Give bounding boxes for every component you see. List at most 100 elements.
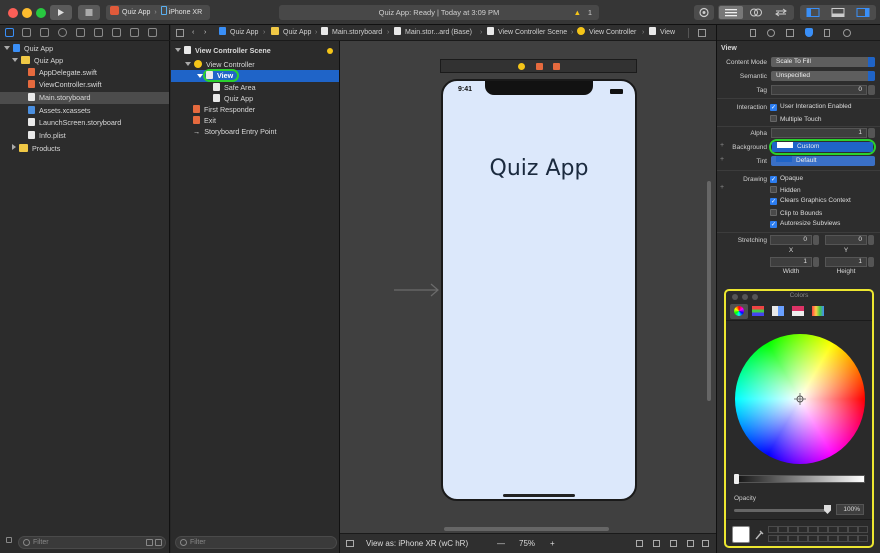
zoom-out-button[interactable]: —: [497, 534, 505, 553]
image-palettes-tab-icon[interactable]: [792, 306, 804, 316]
view-as-button[interactable]: View as: iPhone XR (wC hR): [366, 534, 468, 553]
toggle-outline-icon[interactable]: [346, 540, 354, 547]
back-button[interactable]: ‹: [192, 25, 194, 41]
size-inspector-icon[interactable]: [824, 29, 830, 37]
empty-swatch[interactable]: [838, 535, 848, 542]
jump-item[interactable]: View Controller: [577, 25, 636, 41]
add-variation-button[interactable]: +: [720, 184, 724, 191]
palettes-tab-icon[interactable]: [772, 306, 784, 316]
version-editor-button[interactable]: [769, 6, 793, 19]
update-frames-icon[interactable]: [636, 540, 643, 547]
empty-swatch[interactable]: [838, 526, 848, 533]
jump-item[interactable]: Quiz App: [219, 25, 258, 41]
entry-point-row[interactable]: → Storyboard Entry Point: [193, 126, 277, 138]
file-row[interactable]: AppDelegate.swift: [28, 67, 97, 79]
stop-button[interactable]: [78, 5, 100, 20]
zoom-in-button[interactable]: +: [550, 534, 555, 553]
find-icon[interactable]: [58, 28, 67, 37]
clears-graphics-checkbox[interactable]: ✓ Clears Graphics Context: [770, 197, 851, 205]
disclosure-down-icon[interactable]: [175, 48, 181, 52]
empty-swatch[interactable]: [808, 535, 818, 542]
disclosure-down-icon[interactable]: [185, 62, 191, 66]
assistant-editor-button[interactable]: [744, 6, 768, 19]
standard-editor-button[interactable]: [719, 6, 743, 19]
clip-to-bounds-checkbox[interactable]: Clip to Bounds: [770, 209, 822, 217]
view-controller-icon[interactable]: [518, 63, 525, 70]
hidden-checkbox[interactable]: Hidden: [770, 186, 801, 194]
jump-item[interactable]: View Controller Scene: [487, 25, 567, 41]
empty-swatch[interactable]: [798, 535, 808, 542]
stretch-width-field[interactable]: 1: [770, 257, 812, 267]
toggle-debug-button[interactable]: [826, 6, 850, 19]
source-control-icon[interactable]: [22, 28, 31, 37]
scene-row[interactable]: View Controller Scene: [175, 45, 338, 57]
zoom-level[interactable]: 75%: [519, 534, 535, 553]
minimize-window-button[interactable]: [22, 8, 32, 18]
empty-swatch[interactable]: [798, 526, 808, 533]
library-button[interactable]: [694, 5, 714, 20]
empty-swatch[interactable]: [768, 526, 778, 533]
file-row[interactable]: LaunchScreen.storyboard: [28, 117, 121, 129]
entry-point-arrow-icon[interactable]: [394, 283, 440, 297]
opacity-field[interactable]: 100%: [836, 504, 864, 515]
stretch-y-stepper[interactable]: [868, 235, 874, 245]
identity-inspector-icon[interactable]: [786, 29, 794, 37]
empty-swatch[interactable]: [768, 535, 778, 542]
issue-icon[interactable]: [76, 28, 85, 37]
disclosure-down-icon[interactable]: [12, 58, 18, 62]
toggle-navigator-button[interactable]: [801, 6, 825, 19]
stretch-height-stepper[interactable]: [868, 257, 874, 267]
source-filter-icon[interactable]: [155, 539, 162, 546]
file-row[interactable]: ViewController.swift: [28, 79, 102, 91]
title-label[interactable]: Quiz App: [443, 156, 635, 181]
report-icon[interactable]: [148, 28, 157, 37]
embed-icon[interactable]: [702, 540, 709, 547]
alpha-stepper[interactable]: [868, 128, 875, 138]
debug-icon[interactable]: [112, 28, 121, 37]
add-file-icon[interactable]: [6, 537, 12, 543]
opacity-slider-knob[interactable]: [824, 505, 831, 514]
user-interaction-checkbox[interactable]: ✓ User Interaction Enabled: [770, 103, 852, 111]
stretch-height-field[interactable]: 1: [825, 257, 867, 267]
content-mode-popup[interactable]: Scale To Fill: [771, 57, 875, 67]
tag-stepper[interactable]: [868, 85, 875, 95]
add-constraints-icon[interactable]: [670, 540, 677, 547]
file-inspector-icon[interactable]: [750, 29, 756, 37]
jump-item[interactable]: Quiz App: [271, 25, 311, 41]
color-wheel-tab[interactable]: [730, 304, 748, 319]
empty-swatch[interactable]: [818, 526, 828, 533]
adjust-editor-icon[interactable]: [698, 29, 706, 37]
attributes-inspector-icon[interactable]: [805, 28, 813, 37]
empty-swatch[interactable]: [828, 535, 838, 542]
stretch-y-field[interactable]: 0: [825, 235, 867, 245]
recent-files-icon[interactable]: [146, 539, 153, 546]
resolve-issues-icon[interactable]: [687, 540, 694, 547]
vertical-scrollbar[interactable]: [707, 181, 711, 401]
connections-inspector-icon[interactable]: [843, 29, 851, 37]
pencils-tab-icon[interactable]: [812, 306, 824, 316]
multiple-touch-checkbox[interactable]: Multiple Touch: [770, 115, 821, 123]
empty-swatch[interactable]: [818, 535, 828, 542]
jump-item[interactable]: Main.stor...ard (Base): [394, 25, 472, 41]
iphone-view[interactable]: 9:41 Quiz App: [441, 79, 637, 501]
autoresize-checkbox[interactable]: ✓ Autoresize Subviews: [770, 220, 840, 228]
close-window-button[interactable]: [8, 8, 18, 18]
current-color-well[interactable]: [732, 526, 750, 543]
align-icon[interactable]: [653, 540, 660, 547]
warning-icon[interactable]: ▲: [574, 5, 581, 20]
empty-swatch[interactable]: [808, 526, 818, 533]
tint-popup[interactable]: Default: [771, 156, 875, 166]
empty-swatch[interactable]: [788, 535, 798, 542]
symbol-icon[interactable]: [40, 28, 49, 37]
storyboard-canvas[interactable]: 9:41 Quiz App: [340, 41, 716, 533]
toggle-inspector-button[interactable]: [851, 6, 875, 19]
outline-filter-field[interactable]: Filter: [175, 536, 337, 549]
run-button[interactable]: [50, 5, 72, 20]
brightness-slider[interactable]: [734, 475, 865, 483]
tag-field[interactable]: 0: [771, 85, 867, 95]
breakpoint-icon[interactable]: [130, 28, 139, 37]
empty-swatch[interactable]: [778, 526, 788, 533]
folder-icon[interactable]: [5, 28, 14, 37]
empty-swatch[interactable]: [848, 526, 858, 533]
empty-swatch[interactable]: [848, 535, 858, 542]
